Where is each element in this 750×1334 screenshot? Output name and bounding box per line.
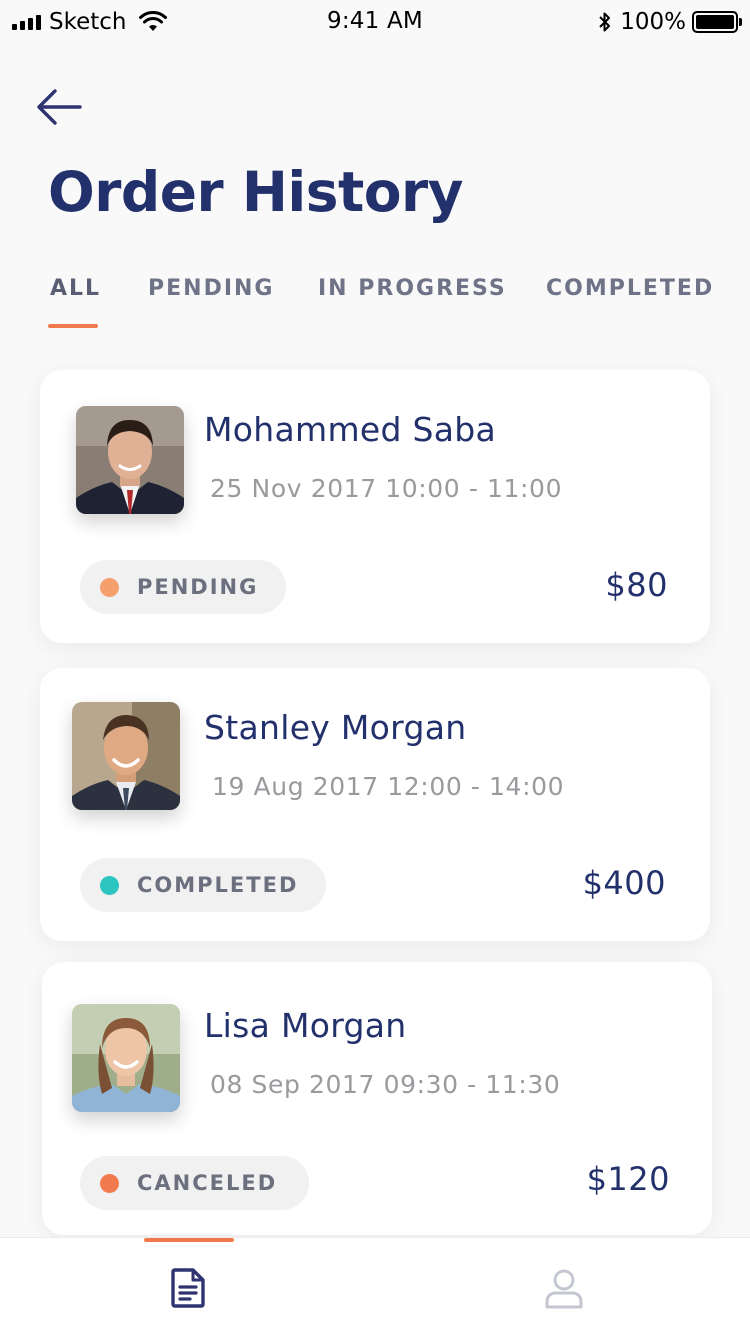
bluetooth-icon [599,12,611,32]
status-badge: CANCELED [80,1156,310,1210]
page-title: Order History [48,160,464,224]
tab-all[interactable]: ALL [50,276,101,328]
order-datetime: 19 Aug 2017 12:00 - 14:00 [212,772,565,801]
customer-photo-icon [72,702,180,810]
status-label: CANCELED [137,1171,278,1195]
arrow-left-icon [37,89,82,125]
customer-name: Mohammed Saba [204,410,497,449]
avatar [72,702,180,810]
tab-completed[interactable]: COMPLETED [546,276,714,328]
order-price: $400 [582,864,666,902]
status-dot-icon [100,577,119,597]
status-dot-icon [100,1173,119,1193]
order-price: $80 [605,566,668,604]
customer-photo-icon [76,406,184,514]
order-datetime: 08 Sep 2017 09:30 - 11:30 [210,1070,561,1099]
order-price: $120 [586,1160,670,1198]
avatar [72,1004,180,1112]
profile-icon [545,1269,583,1309]
document-icon [171,1268,205,1308]
tab-pending[interactable]: PENDING [148,276,274,328]
order-card[interactable]: Lisa Morgan 08 Sep 2017 09:30 - 11:30 CA… [42,962,712,1235]
status-label: PENDING [137,575,259,599]
back-button[interactable] [34,84,86,130]
status-bar: Sketch 9:41 AM 100% [0,0,750,44]
active-tab-indicator [48,324,98,328]
customer-photo-icon [72,1004,180,1112]
customer-name: Stanley Morgan [204,708,467,747]
customer-name: Lisa Morgan [204,1006,407,1045]
status-dot-icon [100,875,119,895]
status-right: 100% [598,8,742,36]
filter-tabs: ALL PENDING IN PROGRESS COMPLETED [0,276,750,336]
status-badge: COMPLETED [80,858,327,912]
order-card[interactable]: Stanley Morgan 19 Aug 2017 12:00 - 14:00… [40,668,710,941]
app-screen: Sketch 9:41 AM 100% Order History ALL PE… [0,0,750,1334]
bottom-navigation [0,1237,750,1334]
battery-icon [692,11,742,33]
order-datetime: 25 Nov 2017 10:00 - 11:00 [210,474,563,503]
tab-in-progress[interactable]: IN PROGRESS [318,276,507,328]
avatar [76,406,184,514]
active-nav-indicator [144,1238,234,1242]
status-label: COMPLETED [137,873,299,897]
status-badge: PENDING [80,560,287,614]
battery-percentage: 100% [620,9,686,35]
order-card[interactable]: Mohammed Saba 25 Nov 2017 10:00 - 11:00 … [40,370,710,643]
nav-orders-button[interactable] [158,1262,218,1314]
nav-profile-button[interactable] [534,1262,594,1314]
